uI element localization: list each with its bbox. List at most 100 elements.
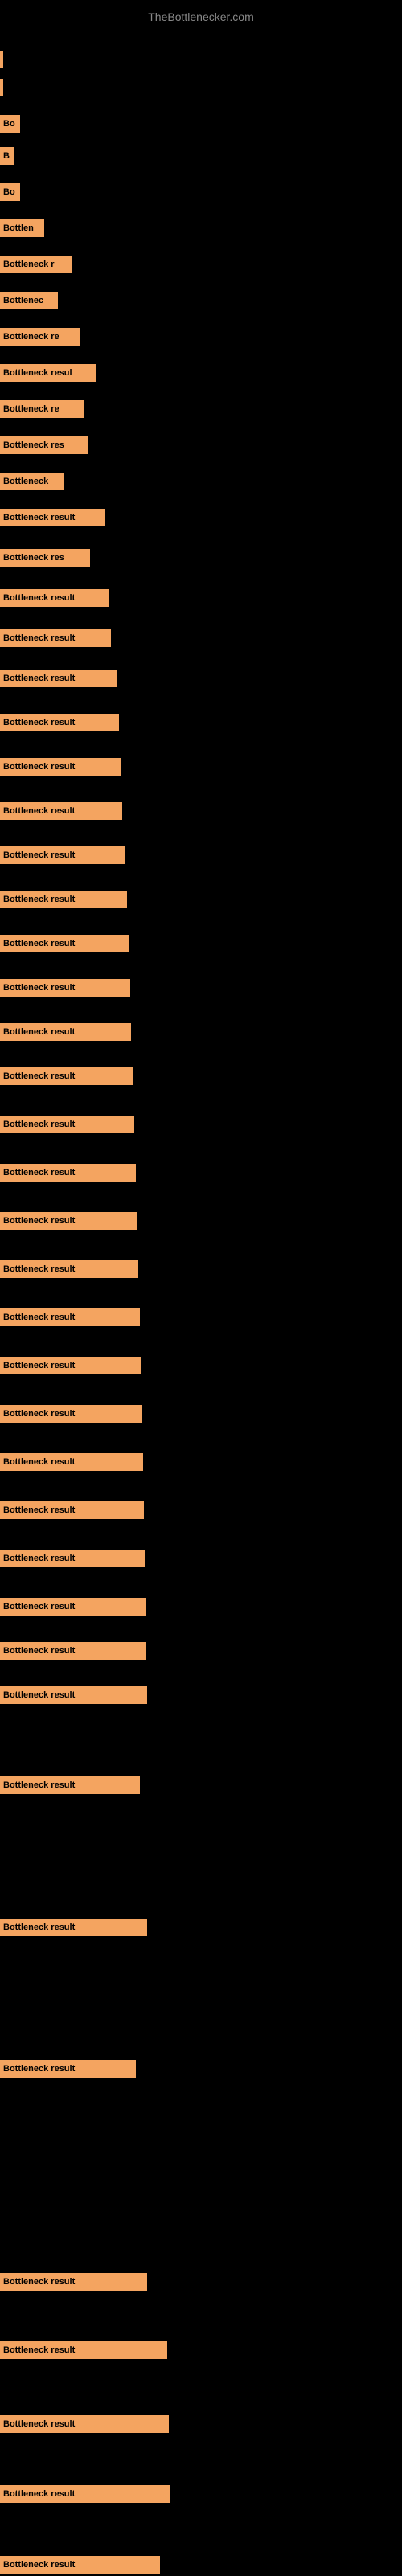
bar-label-28: Bottleneck result bbox=[3, 1120, 75, 1129]
bar-label-19: Bottleneck result bbox=[3, 718, 75, 727]
bar-label-21: Bottleneck result bbox=[3, 806, 75, 816]
bar-label-5: Bo bbox=[3, 187, 15, 197]
bar-label-44: Bottleneck result bbox=[3, 2277, 75, 2287]
bar-48: Bottleneck result bbox=[0, 2556, 160, 2574]
bar-label-23: Bottleneck result bbox=[3, 895, 75, 904]
bar-41: Bottleneck result bbox=[0, 1776, 140, 1794]
bar-label-38: Bottleneck result bbox=[3, 1602, 75, 1612]
bar-22: Bottleneck result bbox=[0, 846, 125, 864]
bar-row-15: Bottleneck res bbox=[0, 547, 402, 569]
bar-21: Bottleneck result bbox=[0, 802, 122, 820]
bar-29: Bottleneck result bbox=[0, 1164, 136, 1182]
bar-37: Bottleneck result bbox=[0, 1550, 145, 1567]
bar-15: Bottleneck res bbox=[0, 549, 90, 567]
bar-label-37: Bottleneck result bbox=[3, 1554, 75, 1563]
bar-label-39: Bottleneck result bbox=[3, 1646, 75, 1656]
bar-row-47: Bottleneck result bbox=[0, 2483, 402, 2505]
bar-17: Bottleneck result bbox=[0, 629, 111, 647]
bar-row-19: Bottleneck result bbox=[0, 711, 402, 734]
bar-9: Bottleneck re bbox=[0, 328, 80, 346]
bar-row-40: Bottleneck result bbox=[0, 1684, 402, 1706]
bar-row-4: B bbox=[0, 145, 402, 167]
bar-45: Bottleneck result bbox=[0, 2341, 167, 2359]
bar-row-33: Bottleneck result bbox=[0, 1354, 402, 1377]
bar-label-43: Bottleneck result bbox=[3, 2064, 75, 2074]
bar-row-7: Bottleneck r bbox=[0, 253, 402, 276]
bar-row-39: Bottleneck result bbox=[0, 1640, 402, 1662]
bar-11: Bottleneck re bbox=[0, 400, 84, 418]
bar-label-3: Bo bbox=[3, 119, 15, 129]
bar-4: B bbox=[0, 147, 14, 165]
bar-label-17: Bottleneck result bbox=[3, 633, 75, 643]
bar-row-20: Bottleneck result bbox=[0, 756, 402, 778]
bar-label-33: Bottleneck result bbox=[3, 1361, 75, 1370]
bar-row-48: Bottleneck result bbox=[0, 2553, 402, 2576]
bar-43: Bottleneck result bbox=[0, 2060, 136, 2078]
bar-row-22: Bottleneck result bbox=[0, 844, 402, 866]
bar-14: Bottleneck result bbox=[0, 509, 105, 526]
bar-1 bbox=[0, 51, 3, 68]
bar-label-12: Bottleneck res bbox=[3, 440, 64, 450]
bar-row-30: Bottleneck result bbox=[0, 1210, 402, 1232]
bar-47: Bottleneck result bbox=[0, 2485, 170, 2503]
bar-27: Bottleneck result bbox=[0, 1067, 133, 1085]
bar-3: Bo bbox=[0, 115, 20, 133]
bar-23: Bottleneck result bbox=[0, 891, 127, 908]
bar-35: Bottleneck result bbox=[0, 1453, 143, 1471]
bar-label-25: Bottleneck result bbox=[3, 983, 75, 993]
bar-10: Bottleneck resul bbox=[0, 364, 96, 382]
bar-row-38: Bottleneck result bbox=[0, 1595, 402, 1618]
bar-label-24: Bottleneck result bbox=[3, 939, 75, 948]
bar-row-6: Bottlen bbox=[0, 217, 402, 240]
bar-label-31: Bottleneck result bbox=[3, 1264, 75, 1274]
bar-row-17: Bottleneck result bbox=[0, 627, 402, 649]
bar-25: Bottleneck result bbox=[0, 979, 130, 997]
bar-row-16: Bottleneck result bbox=[0, 587, 402, 609]
bar-34: Bottleneck result bbox=[0, 1405, 142, 1423]
bar-label-10: Bottleneck resul bbox=[3, 368, 72, 378]
bar-label-30: Bottleneck result bbox=[3, 1216, 75, 1226]
bar-6: Bottlen bbox=[0, 219, 44, 237]
bar-row-18: Bottleneck result bbox=[0, 667, 402, 690]
bar-39: Bottleneck result bbox=[0, 1642, 146, 1660]
bar-row-44: Bottleneck result bbox=[0, 2271, 402, 2293]
bar-13: Bottleneck bbox=[0, 473, 64, 490]
bar-18: Bottleneck result bbox=[0, 670, 117, 687]
bar-7: Bottleneck r bbox=[0, 256, 72, 273]
bar-label-36: Bottleneck result bbox=[3, 1505, 75, 1515]
bar-row-35: Bottleneck result bbox=[0, 1451, 402, 1473]
bar-label-27: Bottleneck result bbox=[3, 1071, 75, 1081]
bar-label-35: Bottleneck result bbox=[3, 1457, 75, 1467]
bar-label-11: Bottleneck re bbox=[3, 404, 59, 414]
bar-label-32: Bottleneck result bbox=[3, 1313, 75, 1322]
bar-row-43: Bottleneck result bbox=[0, 2058, 402, 2080]
bar-label-16: Bottleneck result bbox=[3, 593, 75, 603]
bar-5: Bo bbox=[0, 183, 20, 201]
bar-31: Bottleneck result bbox=[0, 1260, 138, 1278]
bar-row-12: Bottleneck res bbox=[0, 434, 402, 457]
bar-row-14: Bottleneck result bbox=[0, 506, 402, 529]
bar-row-36: Bottleneck result bbox=[0, 1499, 402, 1521]
bar-30: Bottleneck result bbox=[0, 1212, 137, 1230]
bar-44: Bottleneck result bbox=[0, 2273, 147, 2291]
bar-row-23: Bottleneck result bbox=[0, 888, 402, 911]
bar-row-37: Bottleneck result bbox=[0, 1547, 402, 1570]
bar-label-29: Bottleneck result bbox=[3, 1168, 75, 1177]
bar-row-28: Bottleneck result bbox=[0, 1113, 402, 1136]
bar-label-20: Bottleneck result bbox=[3, 762, 75, 772]
bar-label-45: Bottleneck result bbox=[3, 2345, 75, 2355]
site-title: TheBottlenecker.com bbox=[0, 4, 402, 30]
bar-row-27: Bottleneck result bbox=[0, 1065, 402, 1087]
bar-label-40: Bottleneck result bbox=[3, 1690, 75, 1700]
bar-8: Bottlenec bbox=[0, 292, 58, 309]
bar-19: Bottleneck result bbox=[0, 714, 119, 731]
bar-row-8: Bottlenec bbox=[0, 289, 402, 312]
bar-label-8: Bottlenec bbox=[3, 296, 43, 305]
bar-36: Bottleneck result bbox=[0, 1501, 144, 1519]
bar-label-41: Bottleneck result bbox=[3, 1780, 75, 1790]
bar-38: Bottleneck result bbox=[0, 1598, 146, 1616]
bar-32: Bottleneck result bbox=[0, 1308, 140, 1326]
bar-label-14: Bottleneck result bbox=[3, 513, 75, 522]
bar-row-25: Bottleneck result bbox=[0, 977, 402, 999]
bar-row-3: Bo bbox=[0, 113, 402, 135]
